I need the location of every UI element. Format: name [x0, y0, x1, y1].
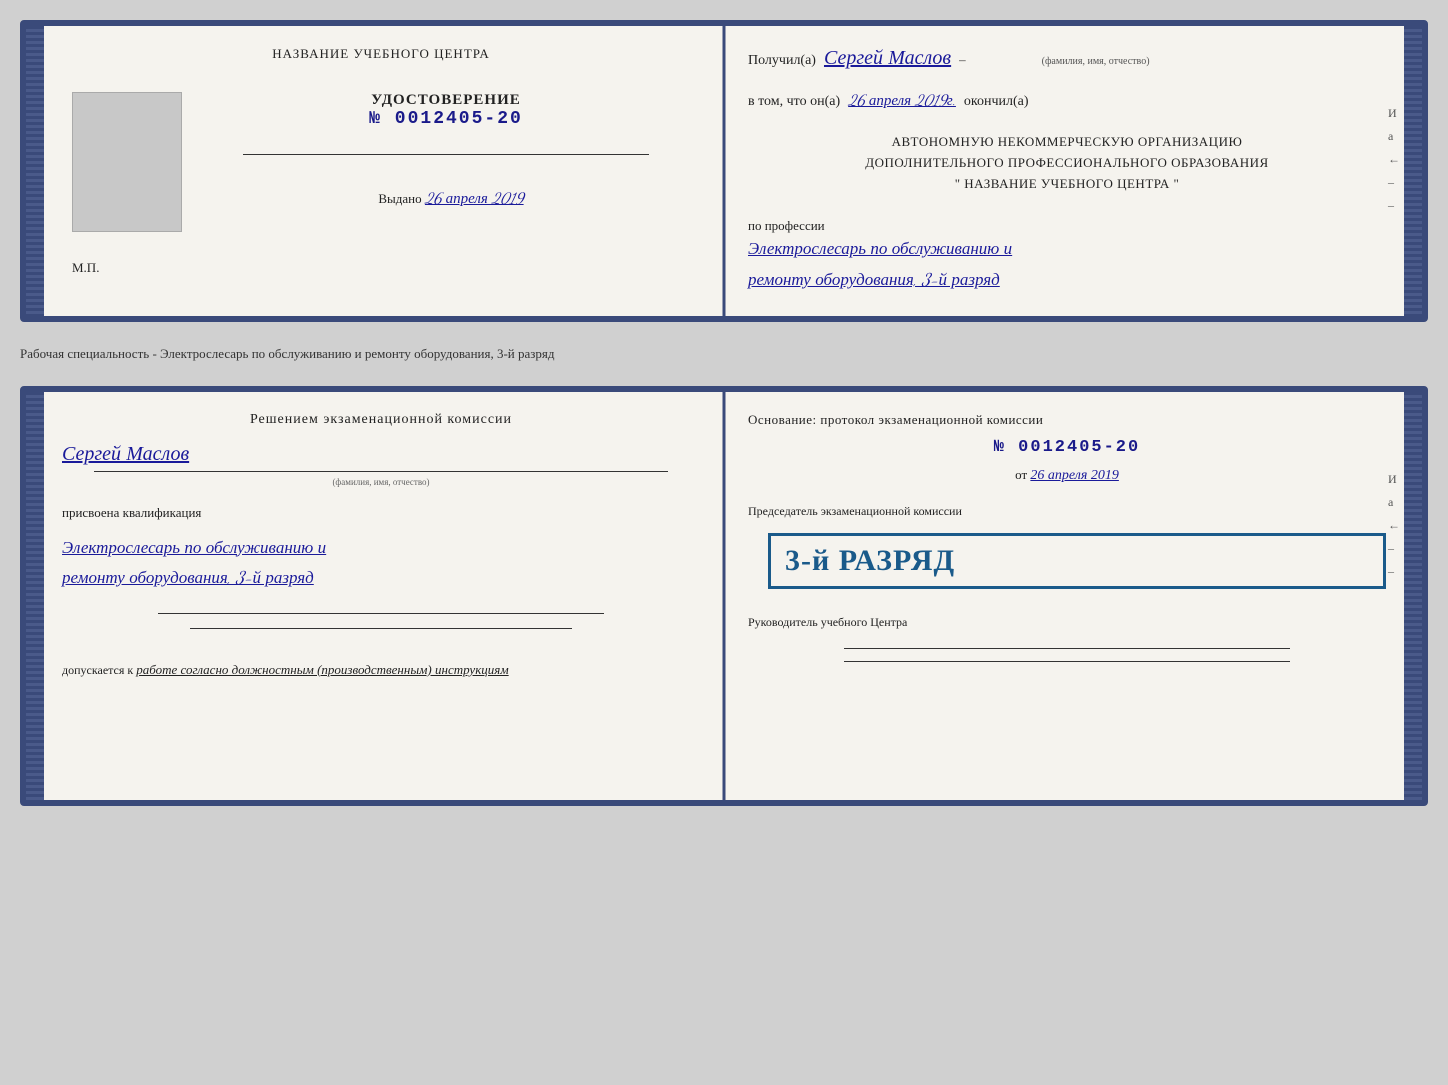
right-margin-letters: И а ← – – — [1388, 106, 1400, 213]
dopuskaetsya-label: допускается к — [62, 663, 133, 677]
dopuskaetsya-text: работе согласно должностным (производств… — [136, 662, 508, 677]
bottom-name-block: Сергей Маслов (фамилия, имя, отчество) — [62, 442, 700, 487]
fio-hint-bottom: (фамилия, имя, отчество) — [62, 477, 700, 487]
okonchil-label: окончил(а) — [964, 94, 1029, 110]
photo-placeholder — [72, 92, 182, 232]
right-binding-top — [1404, 26, 1422, 316]
mp-label: М.П. — [62, 260, 99, 276]
profession-handwritten: Электрослесарь по обслуживанию и ремонту… — [748, 234, 1386, 295]
org-line3: " НАЗВАНИЕ УЧЕБНОГО ЦЕНТРА " — [748, 174, 1386, 195]
left-inner: УДОСТОВЕРЕНИЕ № 0012405-20 Выдано 26 апр… — [62, 82, 700, 242]
rukovoditel-line — [844, 648, 1291, 649]
po-professii-label: по профессии — [748, 218, 1386, 234]
poluchil-label: Получил(а) — [748, 53, 816, 69]
udostoverenie-number: № 0012405-20 — [192, 109, 700, 129]
rukovoditel-block: Руководитель учебного Центра — [748, 615, 1386, 667]
osnovanie-title: Основание: протокол экзаменационной коми… — [748, 412, 1386, 428]
rukovoditel-line2 — [844, 661, 1291, 662]
fio-hint-top: (фамилия, имя, отчество) — [1042, 56, 1150, 67]
left-text-block: УДОСТОВЕРЕНИЕ № 0012405-20 Выдано 26 апр… — [192, 82, 700, 208]
rukovoditel-label: Руководитель учебного Центра — [748, 615, 1386, 630]
org-block: АВТОНОМНУЮ НЕКОММЕРЧЕСКУЮ ОРГАНИЗАЦИЮ ДО… — [748, 132, 1386, 194]
page-wrapper: НАЗВАНИЕ УЧЕБНОГО ЦЕНТРА УДОСТОВЕРЕНИЕ №… — [20, 20, 1428, 806]
middle-text: Рабочая специальность - Электрослесарь п… — [20, 340, 1428, 368]
v-tom-block: в том, что он(а) 26 апреля 2019г. окончи… — [748, 92, 1386, 110]
po-professii-block: по профессии Электрослесарь по обслужива… — [748, 218, 1386, 295]
right-margin-bottom: И а ← – – — [1388, 472, 1400, 579]
prisvoena-line: присвоена квалификация — [62, 505, 700, 521]
profession-line1: Электрослесарь по обслуживанию и — [748, 234, 1386, 265]
divider-bottom-name — [94, 471, 668, 472]
dash-1: – — [959, 52, 966, 68]
vydano-date: 26 апреля 2019 — [425, 190, 524, 208]
profession-line2: ремонту оборудования, 3-й разряд — [748, 265, 1386, 296]
stamp-big: 3-й РАЗРЯД — [785, 544, 1369, 578]
ot-date: 26 апреля 2019 — [1030, 468, 1118, 483]
top-cert-right: Получил(а) Сергей Маслов – (фамилия, имя… — [724, 26, 1422, 316]
school-name-top: НАЗВАНИЕ УЧЕБНОГО ЦЕНТРА — [62, 46, 700, 62]
ot-label: от — [1015, 467, 1027, 482]
right-binding-bottom — [1404, 392, 1422, 800]
kvali-line1: Электрослесарь по обслуживанию и — [62, 533, 700, 564]
divider-1 — [243, 154, 649, 155]
protocol-number: № 0012405-20 — [748, 438, 1386, 457]
v-tom-label: в том, что он(а) — [748, 94, 840, 110]
divider-3 — [190, 628, 573, 629]
bottom-cert-right: Основание: протокол экзаменационной коми… — [724, 392, 1422, 800]
dopuskaetsya-block: допускается к работе согласно должностны… — [62, 662, 700, 678]
v-tom-date: 26 апреля 2019г. — [848, 92, 956, 110]
udostoverenie-title: УДОСТОВЕРЕНИЕ — [192, 92, 700, 109]
resheniem-title: Решением экзаменационной комиссии — [62, 412, 700, 428]
kvali-handwritten: Электрослесарь по обслуживанию и ремонту… — [62, 533, 700, 594]
bottom-cert-left: Решением экзаменационной комиссии Сергей… — [26, 392, 724, 800]
bottom-recipient-name: Сергей Маслов — [62, 442, 700, 466]
stamp-block: 3-й РАЗРЯД — [768, 533, 1386, 589]
predsedatel-label: Председатель экзаменационной комиссии — [748, 504, 962, 518]
kvali-block: Электрослесарь по обслуживанию и ремонту… — [62, 533, 700, 594]
separator-block — [62, 608, 700, 634]
kvali-line2: ремонту оборудования, 3-й разряд — [62, 563, 700, 594]
vydano-line: Выдано 26 апреля 2019 — [368, 190, 523, 208]
recipient-name: Сергей Маслов — [824, 46, 951, 70]
bottom-certificate: Решением экзаменационной комиссии Сергей… — [20, 386, 1428, 806]
org-line2: ДОПОЛНИТЕЛЬНОГО ПРОФЕССИОНАЛЬНОГО ОБРАЗО… — [748, 153, 1386, 174]
top-certificate: НАЗВАНИЕ УЧЕБНОГО ЦЕНТРА УДОСТОВЕРЕНИЕ №… — [20, 20, 1428, 322]
divider-2 — [158, 613, 605, 614]
predsedatel-block: Председатель экзаменационной комиссии — [748, 504, 1386, 519]
poluchil-block: Получил(а) Сергей Маслов – (фамилия, имя… — [748, 46, 1386, 70]
org-line1: АВТОНОМНУЮ НЕКОММЕРЧЕСКУЮ ОРГАНИЗАЦИЮ — [748, 132, 1386, 153]
ot-date-line: от 26 апреля 2019 — [748, 467, 1386, 484]
top-cert-left: НАЗВАНИЕ УЧЕБНОГО ЦЕНТРА УДОСТОВЕРЕНИЕ №… — [26, 26, 724, 316]
udostoverenie-block: УДОСТОВЕРЕНИЕ № 0012405-20 — [192, 92, 700, 129]
